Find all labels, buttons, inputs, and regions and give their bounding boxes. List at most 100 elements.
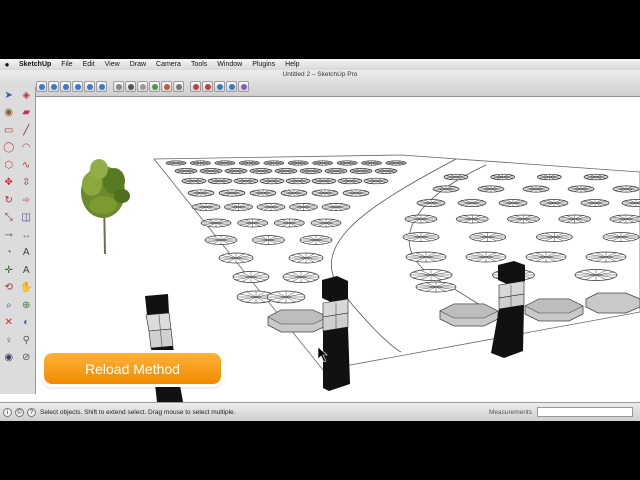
paver-disk — [612, 185, 640, 193]
paver-disk — [525, 251, 567, 263]
status-message: Select objects. Shift to extend select. … — [40, 409, 236, 416]
menu-edit[interactable]: Edit — [78, 61, 100, 68]
scale-icon[interactable]: ⤡ — [2, 211, 16, 225]
menu-file[interactable]: File — [56, 61, 77, 68]
paver-disk — [218, 189, 246, 197]
paver-disk — [535, 232, 573, 242]
menu-app-name[interactable]: SketchUp — [14, 61, 56, 68]
paver-disk — [311, 189, 339, 197]
axes-icon[interactable]: ✛ — [2, 264, 16, 278]
position-camera-icon[interactable]: ♀ — [2, 334, 16, 348]
menu-camera[interactable]: Camera — [151, 61, 186, 68]
info-icon[interactable]: i — [3, 408, 12, 417]
bollard-front-left — [145, 294, 183, 402]
select-arrow-icon[interactable]: ➤ — [2, 89, 16, 103]
zoom-window-icon[interactable]: ⊕ — [19, 299, 33, 313]
paver-disk — [214, 160, 236, 166]
upload-icon[interactable] — [214, 81, 225, 92]
help-icon[interactable]: ? — [27, 408, 36, 417]
xray-icon[interactable] — [113, 81, 124, 92]
protractor-icon[interactable]: ◔ — [2, 246, 16, 260]
geo-icon[interactable]: © — [15, 408, 24, 417]
paver-disk — [416, 199, 446, 207]
line-icon[interactable]: ╱ — [19, 124, 33, 138]
paver-disk — [405, 251, 447, 263]
tape-measure-icon[interactable]: ⊸ — [2, 229, 16, 243]
circle-icon[interactable]: ◯ — [2, 141, 16, 155]
pan-icon[interactable]: ✋ — [19, 281, 33, 295]
paver-disk — [266, 290, 306, 304]
paver-disk — [432, 185, 460, 193]
shaded-icon[interactable] — [149, 81, 160, 92]
warehouse-icon-glyph — [204, 83, 211, 90]
freehand-icon[interactable]: ∿ — [19, 159, 33, 173]
paver-disk — [237, 218, 269, 228]
warehouse-icon[interactable] — [202, 81, 213, 92]
zoom-extents-icon[interactable]: ✕ — [2, 316, 16, 330]
rectangle-icon[interactable]: ▭ — [2, 124, 16, 138]
main-toolbar — [36, 81, 249, 93]
menu-view[interactable]: View — [100, 61, 125, 68]
paver-disk — [336, 160, 358, 166]
measurements-input[interactable] — [537, 407, 633, 417]
text-icon[interactable]: A — [19, 246, 33, 260]
menu-tools[interactable]: Tools — [186, 61, 212, 68]
push-pull-icon[interactable]: ⇳ — [19, 176, 33, 190]
paver-disk — [455, 214, 489, 224]
walk-icon[interactable]: ⚲ — [19, 334, 33, 348]
rotate-icon[interactable]: ↻ — [2, 194, 16, 208]
textured-icon-glyph — [163, 83, 170, 90]
share-icon-glyph — [228, 83, 235, 90]
component-icon[interactable] — [190, 81, 201, 92]
paver-disk — [224, 203, 253, 211]
look-around-icon[interactable]: ◉ — [2, 351, 16, 365]
menu-plugins[interactable]: Plugins — [247, 61, 280, 68]
eraser-icon[interactable]: ▰ — [19, 106, 33, 120]
menu-help[interactable]: Help — [280, 61, 304, 68]
paver-disk — [567, 185, 595, 193]
front-view-icon[interactable] — [60, 81, 71, 92]
arc-icon[interactable]: ◠ — [19, 141, 33, 155]
menu-draw[interactable]: Draw — [125, 61, 151, 68]
xray-icon-glyph — [115, 83, 122, 90]
section-plane-icon[interactable]: ⊘ — [19, 351, 33, 365]
iso-view-icon[interactable] — [36, 81, 47, 92]
paver-disk — [385, 160, 407, 166]
paver-disk — [249, 189, 277, 197]
apple-menu-icon[interactable]: ● — [0, 60, 14, 69]
3d-text-icon[interactable]: A — [19, 264, 33, 278]
follow-me-icon[interactable]: ➾ — [19, 194, 33, 208]
share-icon[interactable] — [226, 81, 237, 92]
tool-row: ➤ ◈ — [0, 87, 35, 105]
polygon-icon[interactable]: ⬡ — [2, 159, 16, 173]
make-component-icon[interactable]: ◈ — [19, 89, 33, 103]
paver-disk — [310, 218, 342, 228]
offset-icon[interactable]: ◫ — [19, 211, 33, 225]
wireframe-icon[interactable] — [125, 81, 136, 92]
left-view-icon[interactable] — [96, 81, 107, 92]
move-icon[interactable]: ✥ — [2, 176, 16, 190]
paver-disk — [498, 199, 528, 207]
hidden-line-icon[interactable] — [137, 81, 148, 92]
previous-view-icon[interactable]: ◐ — [19, 316, 33, 330]
paver-disk — [490, 173, 516, 181]
right-view-icon[interactable] — [72, 81, 83, 92]
orbit-icon[interactable]: ⟲ — [2, 281, 16, 295]
extension-icon[interactable] — [238, 81, 249, 92]
paint-bucket-icon[interactable]: ◉ — [2, 106, 16, 120]
tool-row: ⟲ ✋ — [0, 280, 35, 298]
monochrome-icon[interactable] — [173, 81, 184, 92]
menu-window[interactable]: Window — [212, 61, 247, 68]
textured-icon[interactable] — [161, 81, 172, 92]
window-titlebar: Untitled 2 – SketchUp Pro — [0, 70, 640, 97]
zoom-icon[interactable]: ⌕ — [2, 299, 16, 313]
tool-row: ⊸ ↔ — [0, 227, 35, 245]
back-view-icon[interactable] — [84, 81, 95, 92]
paver-disk — [580, 199, 610, 207]
top-view-icon[interactable] — [48, 81, 59, 92]
dimension-icon[interactable]: ↔ — [19, 229, 33, 243]
paver-disk — [218, 252, 254, 264]
paver-disk — [443, 173, 469, 181]
paver-disk — [311, 177, 337, 185]
paver-disk — [199, 168, 223, 174]
